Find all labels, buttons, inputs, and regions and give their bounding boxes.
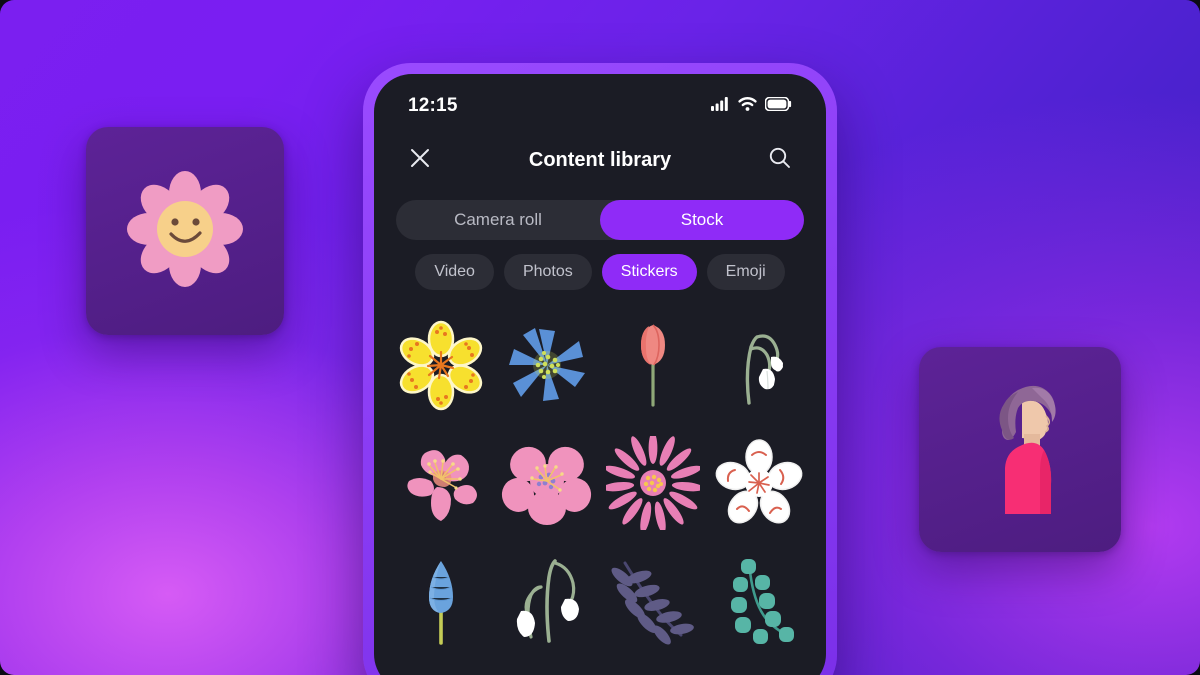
close-icon: [409, 147, 431, 174]
sticker-blue-star-flower[interactable]: [494, 306, 600, 424]
sticker-white-snowdrop-pair[interactable]: [706, 306, 812, 424]
cellular-signal-icon: [711, 96, 730, 116]
sticker-teal-leaf-branch[interactable]: [706, 542, 812, 660]
sticker-purple-fern-frond[interactable]: [600, 542, 706, 660]
woman-profile-sticker: [960, 372, 1080, 527]
scene-background: 12:15 Content library Camera roll Stock …: [0, 0, 1200, 675]
sticker-white-blossom-red-marks[interactable]: [706, 424, 812, 542]
sticker-blue-hyacinth-spike[interactable]: [388, 542, 494, 660]
smiley-flower-sticker-card[interactable]: [86, 127, 284, 335]
category-chip-row: Video Photos Stickers Emoji: [374, 254, 826, 290]
smiley-flower-sticker: [121, 165, 249, 298]
woman-profile-sticker-card[interactable]: [919, 347, 1121, 552]
segment-stock[interactable]: Stock: [600, 200, 804, 240]
status-time: 12:15: [408, 95, 458, 116]
sticker-pink-aster-daisy[interactable]: [600, 424, 706, 542]
wifi-icon: [738, 96, 757, 116]
segment-camera-roll[interactable]: Camera roll: [396, 200, 600, 240]
sticker-coral-tulip[interactable]: [600, 306, 706, 424]
close-button[interactable]: [400, 140, 440, 180]
search-button[interactable]: [760, 140, 800, 180]
search-icon: [768, 146, 792, 175]
chip-emoji[interactable]: Emoji: [706, 254, 785, 290]
chip-stickers[interactable]: Stickers: [601, 254, 697, 290]
status-bar: 12:15: [374, 74, 826, 132]
source-segmented-control[interactable]: Camera roll Stock: [396, 200, 804, 240]
sticker-pink-five-petal-flower[interactable]: [494, 424, 600, 542]
phone-device-frame: 12:15 Content library Camera roll Stock …: [363, 63, 837, 675]
app-header: Content library: [374, 132, 826, 188]
status-icons: [711, 96, 792, 116]
sticker-white-snowdrop-stems[interactable]: [494, 542, 600, 660]
battery-icon: [764, 96, 792, 116]
page-title: Content library: [528, 148, 672, 171]
sticker-pink-cherry-blossom[interactable]: [388, 424, 494, 542]
phone-screen: 12:15 Content library Camera roll Stock …: [374, 74, 826, 675]
sticker-yellow-dotted-flower[interactable]: [388, 306, 494, 424]
chip-photos[interactable]: Photos: [503, 254, 592, 290]
chip-video[interactable]: Video: [415, 254, 494, 290]
sticker-grid: [374, 306, 826, 660]
